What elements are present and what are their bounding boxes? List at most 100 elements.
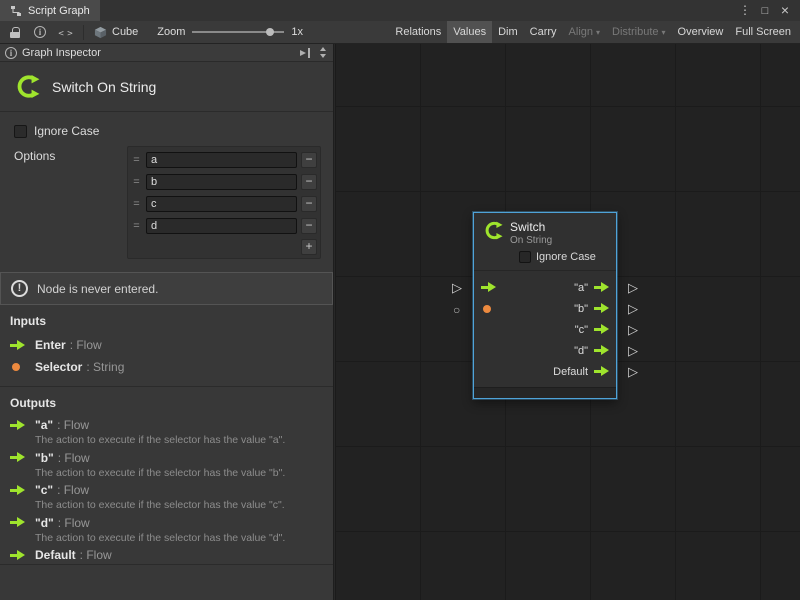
edit-graph-button[interactable]	[53, 23, 77, 42]
window-menu-icon[interactable]	[735, 0, 755, 21]
option-input-1[interactable]	[146, 174, 297, 190]
zoom-slider-knob[interactable]	[266, 28, 274, 36]
node-row-default: Default	[474, 361, 616, 382]
add-option-button[interactable]: +	[301, 239, 317, 255]
code-icon	[58, 25, 71, 39]
close-icon[interactable]	[775, 0, 795, 22]
flow-port-icon	[10, 340, 25, 351]
node-ignore-case-row: Ignore Case	[474, 248, 616, 271]
node-port-label: Default	[553, 366, 588, 378]
port-type: : String	[86, 360, 124, 374]
chevron-down-icon	[593, 26, 600, 38]
node-body[interactable]: Switch On String Ignore Case "a" "b"	[473, 212, 617, 399]
port-name: Selector	[35, 360, 82, 374]
external-output-socket-d[interactable]	[628, 344, 638, 357]
zoom-slider[interactable]	[192, 26, 284, 38]
switch-on-string-icon	[13, 73, 40, 100]
graph-canvas[interactable]: Switch On String Ignore Case "a" "b"	[335, 44, 800, 600]
flow-port-icon[interactable]	[594, 345, 609, 356]
zoom-control: Zoom 1x	[157, 26, 303, 38]
node-port-label: "a"	[574, 282, 588, 294]
output-row-default: Default: Flow	[0, 546, 333, 564]
full-screen-button[interactable]: Full Screen	[729, 21, 797, 43]
tab-script-graph[interactable]: Script Graph	[0, 0, 100, 21]
zoom-label: Zoom	[157, 26, 185, 38]
node-port-label: "c"	[575, 324, 588, 336]
lock-button[interactable]	[3, 23, 27, 42]
node-ignore-case-checkbox[interactable]	[519, 251, 531, 263]
relations-button[interactable]: Relations	[389, 21, 447, 43]
external-output-socket-a[interactable]	[628, 281, 638, 294]
window-controls	[735, 0, 800, 21]
option-row: −	[130, 193, 318, 215]
values-button[interactable]: Values	[447, 21, 492, 43]
ignore-case-label: Ignore Case	[34, 124, 99, 138]
flow-port-icon[interactable]	[594, 324, 609, 335]
inputs-header: Inputs	[0, 305, 333, 334]
node-port-label: "d"	[574, 345, 588, 357]
flow-port-icon[interactable]	[594, 366, 609, 377]
ignore-case-row: Ignore Case	[14, 124, 321, 138]
ignore-case-checkbox[interactable]	[14, 125, 27, 138]
drag-handle-icon[interactable]	[131, 176, 142, 188]
remove-option-button[interactable]: −	[301, 152, 317, 168]
external-output-socket-c[interactable]	[628, 323, 638, 336]
port-name: "d"	[35, 516, 54, 530]
dim-button[interactable]: Dim	[492, 21, 524, 43]
chevron-down-icon	[659, 26, 666, 38]
enter-port-icon[interactable]	[481, 282, 496, 293]
options-section: Options − − − − +	[14, 146, 321, 259]
option-input-3[interactable]	[146, 218, 297, 234]
flow-port-icon[interactable]	[594, 303, 609, 314]
input-row-selector: Selector : String	[0, 356, 333, 378]
remove-option-button[interactable]: −	[301, 174, 317, 190]
tab-label: Script Graph	[28, 5, 90, 17]
align-button[interactable]: Align	[563, 21, 606, 43]
cube-icon	[94, 26, 107, 39]
node-row-a: "a"	[474, 277, 616, 298]
toolbar-separator	[83, 25, 84, 40]
collapse-expand-icon[interactable]	[319, 47, 328, 59]
drag-handle-icon[interactable]	[131, 154, 142, 166]
distribute-button[interactable]: Distribute	[606, 21, 671, 43]
flow-port-icon	[10, 420, 25, 431]
flow-port-icon	[10, 452, 25, 463]
external-selector-socket[interactable]	[453, 303, 460, 316]
toolbar-buttons: Relations Values Dim Carry Align Distrib…	[389, 21, 797, 43]
port-name: Default	[35, 548, 76, 562]
maximize-icon[interactable]	[755, 0, 775, 22]
remove-option-button[interactable]: −	[301, 218, 317, 234]
drag-handle-icon[interactable]	[131, 198, 142, 210]
remove-option-button[interactable]: −	[301, 196, 317, 212]
external-output-socket-default[interactable]	[628, 365, 638, 378]
flow-port-icon[interactable]	[594, 282, 609, 293]
dock-icon[interactable]	[300, 48, 311, 58]
port-name: "c"	[35, 483, 53, 497]
flow-port-icon	[10, 485, 25, 496]
node-row-d: "d"	[474, 340, 616, 361]
carry-button[interactable]: Carry	[524, 21, 563, 43]
option-input-0[interactable]	[146, 152, 297, 168]
option-row: −	[130, 215, 318, 237]
warning-box: Node is never entered.	[0, 272, 333, 305]
switch-on-string-node: Switch On String Ignore Case "a" "b"	[473, 212, 617, 399]
option-input-2[interactable]	[146, 196, 297, 212]
external-enter-socket[interactable]	[452, 281, 462, 294]
graph-target[interactable]: Cube	[90, 26, 142, 39]
selector-port-icon[interactable]	[483, 305, 491, 313]
port-type: : Flow	[58, 516, 90, 530]
lock-icon	[10, 27, 20, 38]
option-row: −	[130, 149, 318, 171]
port-name: "a"	[35, 418, 53, 432]
external-output-socket-b[interactable]	[628, 302, 638, 315]
drag-handle-icon[interactable]	[131, 220, 142, 232]
zoom-value: 1x	[291, 26, 303, 38]
flow-port-icon	[10, 517, 25, 528]
port-description: The action to execute if the selector ha…	[35, 499, 323, 512]
window-titlebar: Script Graph	[0, 0, 800, 21]
outputs-header: Outputs	[0, 387, 333, 416]
inspector-toggle-button[interactable]	[28, 23, 52, 42]
node-subtitle: On String	[510, 235, 552, 246]
overview-button[interactable]: Overview	[672, 21, 730, 43]
port-type: : Flow	[70, 338, 102, 352]
